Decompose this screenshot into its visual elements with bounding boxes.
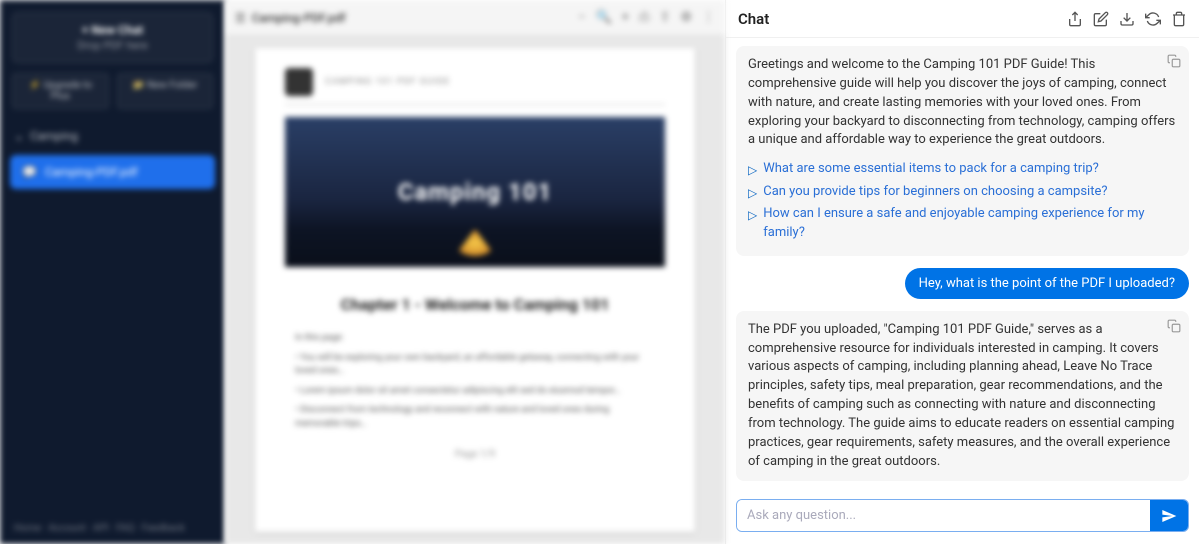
viewer-toolbar: ☰ Camping-PDF.pdf − 🔍 + ⎙ ⇪ ⚙ ⋮ <box>225 0 725 36</box>
sidebar-toggle-icon[interactable]: ☰ <box>235 11 246 25</box>
new-chat-title: + New Chat <box>23 23 202 37</box>
new-chat-subtitle: Drop PDF here <box>23 39 202 52</box>
settings-icon[interactable]: ⚙ <box>680 10 692 25</box>
chat-header: Chat <box>726 0 1199 38</box>
pdf-hero-title: Camping 101 <box>398 178 553 206</box>
more-icon[interactable]: ⋮ <box>702 10 715 25</box>
sidebar: + New Chat Drop PDF here ⚡ Upgrade to Pl… <box>0 0 225 544</box>
viewer-filename: Camping-PDF.pdf <box>252 11 346 25</box>
share-icon[interactable]: ⇪ <box>659 10 670 25</box>
ai-message: Greetings and welcome to the Camping 101… <box>736 46 1189 256</box>
chat-input[interactable] <box>737 500 1150 531</box>
arrow-icon: ▷ <box>748 162 757 179</box>
chat-panel: Chat Greetings and welcome to the Campin… <box>725 0 1199 544</box>
download-icon[interactable] <box>1119 11 1135 27</box>
zoom-out-icon[interactable]: − <box>578 10 585 25</box>
chevron-down-icon: ⌄ <box>14 129 24 143</box>
sidebar-file-item[interactable]: 💬 Camping-PDF.pdf <box>10 155 215 189</box>
page-nav-icon[interactable]: ⎙ <box>639 10 649 25</box>
edit-icon[interactable] <box>1093 11 1109 27</box>
chat-icon: 💬 <box>22 165 37 179</box>
ai-message: The PDF you uploaded, "Camping 101 PDF G… <box>736 311 1189 482</box>
chat-title: Chat <box>738 10 769 28</box>
share-icon[interactable] <box>1067 11 1083 27</box>
search-icon[interactable]: 🔍 <box>595 10 611 25</box>
chat-input-area <box>726 491 1199 544</box>
arrow-icon: ▷ <box>748 185 757 202</box>
pdf-logo-icon <box>285 68 313 96</box>
refresh-icon[interactable] <box>1145 11 1161 27</box>
pdf-brand-text: CAMPING 101 PDF GUIDE <box>325 77 450 87</box>
zoom-in-icon[interactable]: + <box>622 10 629 25</box>
ai-response-text: The PDF you uploaded, "Camping 101 PDF G… <box>748 322 1174 469</box>
new-chat-button[interactable]: + New Chat Drop PDF here <box>12 12 213 63</box>
pdf-viewer: ☰ Camping-PDF.pdf − 🔍 + ⎙ ⇪ ⚙ ⋮ CAMPING … <box>225 0 725 544</box>
pdf-chapter-heading: Chapter 1 - Welcome to Camping 101 <box>285 295 665 314</box>
pdf-hero-image: Camping 101 <box>285 117 665 267</box>
ai-greeting-text: Greetings and welcome to the Camping 101… <box>748 57 1175 147</box>
sidebar-section-camping[interactable]: ⌄ Camping <box>0 121 225 151</box>
pdf-page: CAMPING 101 PDF GUIDE Camping 101 Chapte… <box>255 48 695 532</box>
copy-icon[interactable] <box>1167 319 1181 333</box>
chat-messages: Greetings and welcome to the Camping 101… <box>726 38 1199 491</box>
suggestion-item[interactable]: ▷Can you provide tips for beginners on c… <box>748 183 1177 202</box>
suggestion-item[interactable]: ▷What are some essential items to pack f… <box>748 160 1177 179</box>
upgrade-button[interactable]: ⚡ Upgrade to Plus <box>12 73 109 109</box>
pdf-body-text: In this page: • You will be exploring yo… <box>285 332 665 431</box>
suggestion-list: ▷What are some essential items to pack f… <box>748 160 1177 242</box>
user-message: Hey, what is the point of the PDF I uplo… <box>905 268 1189 299</box>
pdf-page-number: Page 1/9 <box>285 449 665 460</box>
trash-icon[interactable] <box>1171 11 1187 27</box>
copy-icon[interactable] <box>1167 54 1181 68</box>
send-button[interactable] <box>1150 500 1188 531</box>
suggestion-item[interactable]: ▷How can I ensure a safe and enjoyable c… <box>748 205 1177 243</box>
new-folder-button[interactable]: 📁 New Folder <box>117 73 214 109</box>
sidebar-footer-links[interactable]: Home · Account · API · FAQ · Feedback <box>0 513 225 544</box>
arrow-icon: ▷ <box>748 207 757 224</box>
